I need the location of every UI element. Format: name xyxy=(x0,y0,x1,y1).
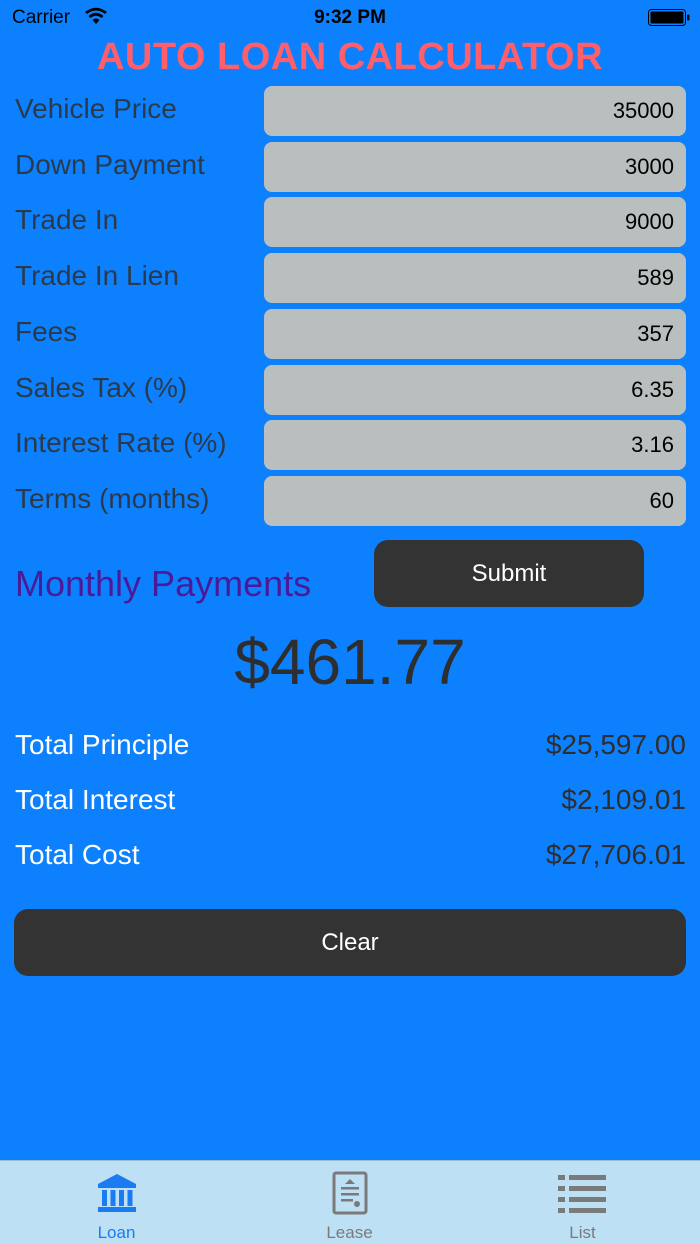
summary-row-total-interest: Total Interest $2,109.01 xyxy=(0,784,700,824)
sales-tax-input[interactable] xyxy=(264,365,686,415)
total-cost-label: Total Cost xyxy=(15,839,140,870)
sales-tax-label: Sales Tax (%) xyxy=(15,372,188,403)
monthly-payments-label: Monthly Payments xyxy=(15,563,312,604)
form-row-sales-tax: Sales Tax (%) xyxy=(0,365,700,415)
clear-button[interactable]: Clear xyxy=(14,909,686,976)
interest-rate-label: Interest Rate (%) xyxy=(15,427,227,458)
total-principle-label: Total Principle xyxy=(15,729,190,760)
terms-input[interactable] xyxy=(264,476,686,526)
trade-in-lien-label: Trade In Lien xyxy=(15,260,179,291)
tab-lease[interactable]: Lease xyxy=(233,1161,466,1244)
tab-bar: Loan Lease List xyxy=(0,1160,700,1244)
tab-lease-label: Lease xyxy=(326,1223,373,1242)
down-payment-label: Down Payment xyxy=(15,149,205,180)
battery-icon xyxy=(648,9,690,26)
form-row-trade-in: Trade In xyxy=(0,197,700,247)
total-cost-value: $27,706.01 xyxy=(545,839,686,870)
list-icon xyxy=(558,1175,606,1213)
form-row-fees: Fees xyxy=(0,309,700,359)
status-time: 9:32 PM xyxy=(314,7,386,28)
trade-in-input[interactable] xyxy=(264,197,686,247)
total-interest-value: $2,109.01 xyxy=(561,784,686,815)
interest-rate-input[interactable] xyxy=(264,420,686,470)
form-row-terms: Terms (months) xyxy=(0,476,700,526)
form-row-trade-in-lien: Trade In Lien xyxy=(0,253,700,303)
status-bar: Carrier 9:32 PM xyxy=(0,0,700,36)
tab-list[interactable]: List xyxy=(466,1161,699,1244)
summary-row-total-principle: Total Principle $25,597.00 xyxy=(0,729,700,769)
terms-label: Terms (months) xyxy=(15,483,210,514)
trade-in-label: Trade In xyxy=(15,204,119,235)
form-row-vehicle-price: Vehicle Price xyxy=(0,86,700,136)
fees-input[interactable] xyxy=(264,309,686,359)
document-icon xyxy=(332,1171,368,1215)
total-principle-value: $25,597.00 xyxy=(545,729,686,760)
tab-loan[interactable]: Loan xyxy=(0,1161,233,1244)
total-interest-label: Total Interest xyxy=(15,784,176,815)
tab-list-label: List xyxy=(569,1223,596,1242)
monthly-payment-value: $461.77 xyxy=(234,626,466,698)
down-payment-input[interactable] xyxy=(264,142,686,192)
submit-button[interactable]: Submit xyxy=(374,540,644,607)
form-row-interest-rate: Interest Rate (%) xyxy=(0,420,700,470)
summary-row-total-cost: Total Cost $27,706.01 xyxy=(0,839,700,879)
trade-in-lien-input[interactable] xyxy=(264,253,686,303)
vehicle-price-label: Vehicle Price xyxy=(15,93,177,124)
vehicle-price-input[interactable] xyxy=(264,86,686,136)
tab-loan-label: Loan xyxy=(97,1223,136,1242)
fees-label: Fees xyxy=(15,316,78,347)
app-title: AUTO LOAN CALCULATOR xyxy=(96,36,604,78)
bank-icon xyxy=(98,1174,136,1212)
form-row-down-payment: Down Payment xyxy=(0,142,700,192)
